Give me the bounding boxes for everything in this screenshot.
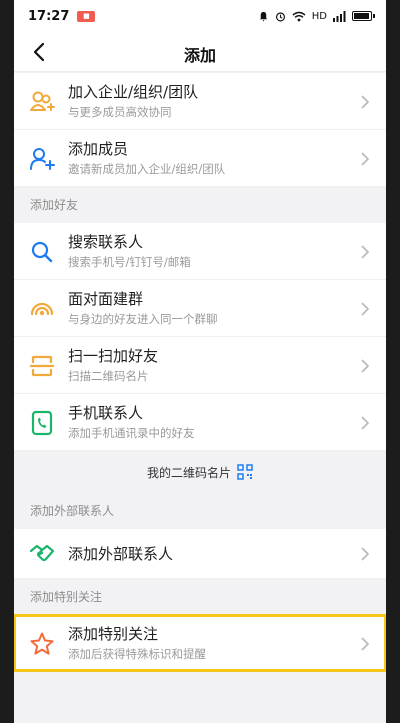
team-join-icon xyxy=(30,91,55,111)
row-title: 添加外部联系人 xyxy=(68,545,174,563)
row-subtitle: 与身边的好友进入同一个群聊 xyxy=(68,312,218,326)
handshake-icon xyxy=(29,544,55,562)
section-header-special: 添加特别关注 xyxy=(14,579,386,615)
section-header-external: 添加外部联系人 xyxy=(14,493,386,529)
row-title: 扫一扫加好友 xyxy=(68,347,159,365)
chevron-right-icon xyxy=(361,547,370,561)
row-title: 面对面建群 xyxy=(68,290,144,308)
row-text: 搜索联系人 搜索手机号/钉钉号/邮箱 xyxy=(68,232,191,270)
status-bar: 17:27 ■ HD xyxy=(14,0,386,32)
row-subtitle: 扫描二维码名片 xyxy=(68,369,149,383)
network-label: HD xyxy=(311,10,327,22)
search-contact-item[interactable]: 搜索联系人 搜索手机号/钉钉号/邮箱 xyxy=(14,223,386,280)
row-title: 搜索联系人 xyxy=(68,233,144,251)
row-text: 加入企业/组织/团队 与更多成员高效协同 xyxy=(68,82,198,120)
star-icon xyxy=(30,632,54,655)
section-header-friends: 添加好友 xyxy=(14,187,386,223)
battery-fill xyxy=(354,13,370,19)
content: 加入企业/组织/团队 与更多成员高效协同 添加成员 邀请新成员加入企业/组织/团… xyxy=(14,73,386,672)
add-external-contact-item[interactable]: 添加外部联系人 xyxy=(14,529,386,579)
row-title: 添加特别关注 xyxy=(68,625,159,643)
signal-icon xyxy=(333,10,346,22)
notification-badge-icon: ■ xyxy=(77,10,96,22)
chevron-right-icon xyxy=(361,359,370,373)
nav-bar: 添加 xyxy=(14,32,386,72)
chevron-right-icon xyxy=(361,95,370,109)
chevron-right-icon xyxy=(361,245,370,259)
bell-icon xyxy=(259,11,267,22)
add-member-icon xyxy=(30,148,55,170)
row-title: 手机联系人 xyxy=(68,404,144,422)
add-special-follow-item[interactable]: 添加特别关注 添加后获得特殊标识和提醒 xyxy=(14,614,386,672)
row-text: 手机联系人 添加手机通讯录中的好友 xyxy=(68,403,195,441)
add-member-item[interactable]: 添加成员 邀请新成员加入企业/组织/团队 xyxy=(14,130,386,187)
battery-icon xyxy=(352,11,375,21)
alarm-icon xyxy=(275,11,285,21)
phone-screen: 17:27 ■ HD 添加 加入企业/组织/团队 与更多成员高效协同 添加成员 … xyxy=(14,0,386,723)
row-subtitle: 与更多成员高效协同 xyxy=(68,105,172,119)
wifi-icon xyxy=(292,11,306,21)
scan-icon xyxy=(29,355,55,377)
row-text: 面对面建群 与身边的好友进入同一个群聊 xyxy=(68,289,218,327)
page-title: 添加 xyxy=(183,46,216,65)
qr-code-icon xyxy=(237,464,253,480)
chevron-right-icon xyxy=(361,416,370,430)
qr-card-label: 我的二维码名片 xyxy=(146,465,231,480)
row-text: 扫一扫加好友 扫描二维码名片 xyxy=(68,346,158,384)
face-to-face-group-item[interactable]: 面对面建群 与身边的好友进入同一个群聊 xyxy=(14,280,386,337)
scan-add-friend-item[interactable]: 扫一扫加好友 扫描二维码名片 xyxy=(14,337,386,394)
row-subtitle: 添加后获得特殊标识和提醒 xyxy=(68,647,206,661)
phone-contacts-icon xyxy=(31,410,53,436)
row-text: 添加成员 邀请新成员加入企业/组织/团队 xyxy=(68,139,225,177)
phone-contacts-item[interactable]: 手机联系人 添加手机通讯录中的好友 xyxy=(14,394,386,451)
status-time: 17:27 xyxy=(28,8,70,24)
chevron-right-icon xyxy=(361,302,370,316)
row-text: 添加外部联系人 xyxy=(68,544,173,564)
chevron-right-icon xyxy=(361,637,370,651)
search-icon xyxy=(31,241,53,263)
row-subtitle: 邀请新成员加入企业/组织/团队 xyxy=(68,162,226,176)
row-title: 添加成员 xyxy=(68,140,129,158)
row-subtitle: 搜索手机号/钉钉号/邮箱 xyxy=(68,255,191,269)
face-to-face-icon xyxy=(30,302,54,316)
my-qr-card-link[interactable]: 我的二维码名片 xyxy=(14,451,386,493)
row-title: 加入企业/组织/团队 xyxy=(68,83,199,101)
chevron-right-icon xyxy=(361,152,370,166)
row-text: 添加特别关注 添加后获得特殊标识和提醒 xyxy=(68,624,206,662)
join-organization-item[interactable]: 加入企业/组织/团队 与更多成员高效协同 xyxy=(14,73,386,130)
status-icons: HD xyxy=(258,10,375,22)
row-subtitle: 添加手机通讯录中的好友 xyxy=(68,426,195,440)
